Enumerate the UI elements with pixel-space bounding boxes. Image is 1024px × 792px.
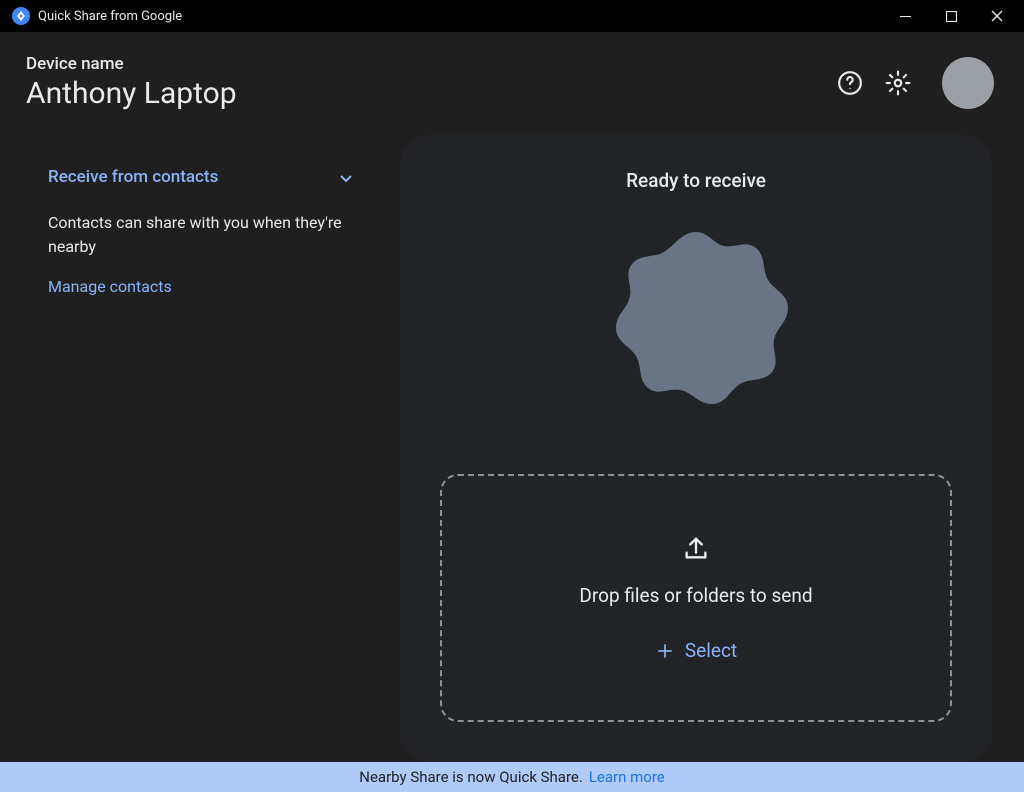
- settings-button[interactable]: [884, 69, 912, 97]
- footer-message: Nearby Share is now Quick Share.: [359, 768, 583, 786]
- maximize-icon: [946, 11, 957, 22]
- titlebar: Quick Share from Google: [0, 0, 1024, 32]
- manage-contacts-link[interactable]: Manage contacts: [48, 277, 352, 296]
- help-button[interactable]: [836, 69, 864, 97]
- learn-more-link[interactable]: Learn more: [589, 768, 665, 786]
- help-icon: [837, 70, 863, 96]
- avatar[interactable]: [942, 57, 994, 109]
- receive-panel: Ready to receive Drop files or folders t…: [400, 135, 992, 762]
- window-title: Quick Share from Google: [38, 9, 182, 24]
- chevron-down-icon: [340, 168, 352, 187]
- device-name-value: Anthony Laptop: [26, 76, 836, 111]
- minimize-button[interactable]: [882, 0, 928, 32]
- maximize-button[interactable]: [928, 0, 974, 32]
- app-icon: [12, 7, 30, 25]
- upload-icon: [682, 534, 710, 566]
- close-icon: [991, 10, 1003, 22]
- device-name-label: Device name: [26, 54, 836, 74]
- footer-banner: Nearby Share is now Quick Share. Learn m…: [0, 762, 1024, 792]
- plus-icon: [655, 641, 675, 661]
- dropzone[interactable]: Drop files or folders to send Select: [440, 474, 952, 722]
- select-button-label: Select: [685, 639, 737, 662]
- select-button[interactable]: Select: [655, 639, 737, 662]
- sidebar: Receive from contacts Contacts can share…: [0, 127, 400, 762]
- panel-title: Ready to receive: [626, 169, 766, 192]
- minimize-icon: [900, 16, 911, 17]
- gear-icon: [885, 70, 911, 96]
- receive-mode-label: Receive from contacts: [48, 167, 218, 187]
- device-block: Device name Anthony Laptop: [26, 54, 836, 111]
- ready-graphic: [596, 224, 796, 424]
- main: Receive from contacts Contacts can share…: [0, 127, 1024, 762]
- close-button[interactable]: [974, 0, 1020, 32]
- receive-mode-description: Contacts can share with you when they're…: [48, 211, 352, 259]
- header: Device name Anthony Laptop: [0, 32, 1024, 127]
- receive-mode-dropdown[interactable]: Receive from contacts: [48, 167, 352, 187]
- dropzone-text: Drop files or folders to send: [579, 584, 812, 607]
- header-actions: [836, 57, 994, 109]
